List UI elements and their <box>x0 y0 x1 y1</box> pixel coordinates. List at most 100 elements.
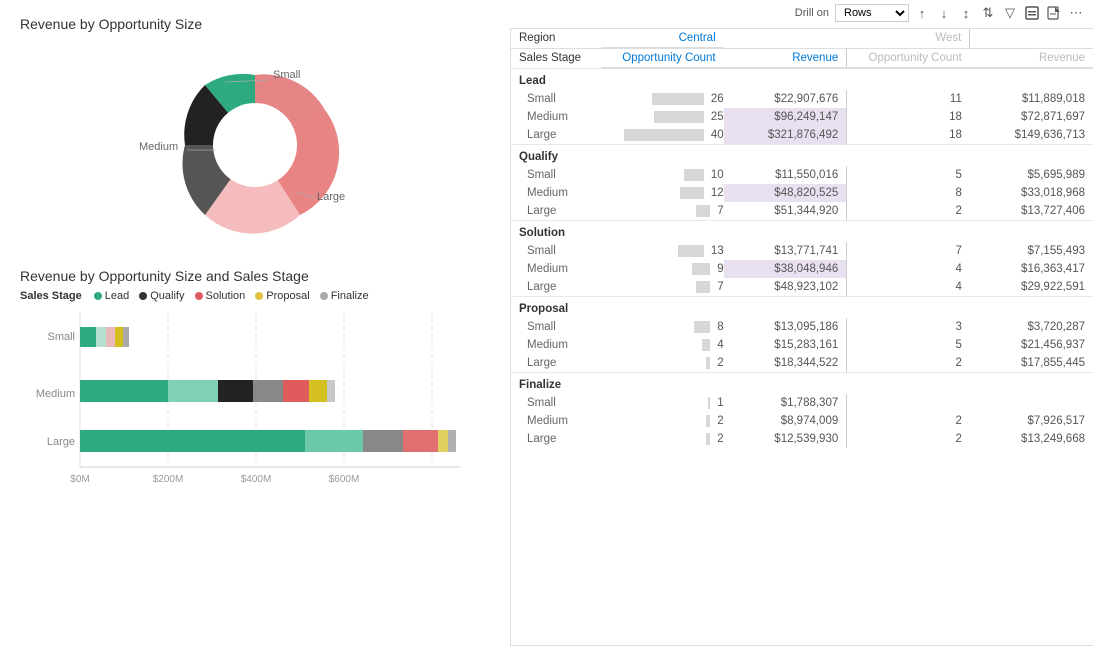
more-icon[interactable]: ⋯ <box>1067 4 1085 22</box>
opp-count-west: 7 <box>847 242 970 260</box>
donut-section: Revenue by Opportunity Size Small <box>20 16 490 250</box>
opp-count: 10 <box>711 169 724 181</box>
drill-up-icon[interactable]: ↑ <box>913 4 931 22</box>
revenue-cell: $22,907,676 <box>724 90 847 108</box>
size-label: Medium <box>511 412 601 430</box>
table-row: Medium 9 $38,048,946 4 $16,363,417 <box>511 260 1093 278</box>
opp-count-west: 2 <box>847 354 970 373</box>
legend-qualify-label: Qualify <box>150 290 184 302</box>
revenue-west: $149,636,713 <box>970 126 1093 145</box>
opp-count-cell: 2 <box>601 412 724 430</box>
table-row: Medium 25 $96,249,147 18 $72,871,697 <box>511 108 1093 126</box>
opp-count-west: 8 <box>847 184 970 202</box>
size-label: Small <box>511 318 601 336</box>
opp-count: 40 <box>711 129 724 141</box>
opp-count-cell: 2 <box>601 354 724 373</box>
opp-bar <box>692 263 710 275</box>
opp-count-west: 2 <box>847 412 970 430</box>
svg-text:$400M: $400M <box>241 474 272 485</box>
opp-count-west: 5 <box>847 166 970 184</box>
table-row: Small 8 $13,095,186 3 $3,720,287 <box>511 318 1093 336</box>
opp-count-cell: 9 <box>601 260 724 278</box>
size-label: Small <box>511 242 601 260</box>
table-row: Large 7 $51,344,920 2 $13,727,406 <box>511 202 1093 221</box>
table-row: Small 10 $11,550,016 5 $5,695,989 <box>511 166 1093 184</box>
opp-count-cell: 26 <box>601 90 724 108</box>
stage-header-row: Proposal <box>511 297 1093 319</box>
opp-count-cell: 4 <box>601 336 724 354</box>
revenue-cell: $11,550,016 <box>724 166 847 184</box>
revenue-cell: $51,344,920 <box>724 202 847 221</box>
revenue-cell: $15,283,161 <box>724 336 847 354</box>
opp-bar <box>708 397 710 409</box>
drill-select[interactable]: Rows Columns <box>835 4 909 22</box>
drill-label: Drill on <box>795 7 829 19</box>
opp-count-cell: 7 <box>601 278 724 297</box>
donut-chart: Small Medium Large <box>125 40 385 250</box>
opp-count-cell: 7 <box>601 202 724 221</box>
opp-bar <box>678 245 704 257</box>
stage-header-row: Finalize <box>511 373 1093 395</box>
legend-item-proposal: Proposal <box>255 290 309 302</box>
opp-count-west: 4 <box>847 260 970 278</box>
drill-toolbar: Drill on Rows Columns ↑ ↓ ↕ ⇅ ▽ ⋯ <box>795 4 1085 22</box>
col2-header: Revenue <box>724 48 847 68</box>
opp-bar <box>702 339 710 351</box>
size-label: Large <box>511 430 601 448</box>
expand-icon[interactable]: ↕ <box>957 4 975 22</box>
revenue-west: $21,456,937 <box>970 336 1093 354</box>
opp-count-cell: 2 <box>601 430 724 448</box>
region-label-cell: Region <box>511 29 601 48</box>
table-row: Large 7 $48,923,102 4 $29,922,591 <box>511 278 1093 297</box>
donut-title: Revenue by Opportunity Size <box>20 16 490 32</box>
legend-item-qualify: Qualify <box>139 290 184 302</box>
table-row: Small 26 $22,907,676 11 $11,889,018 <box>511 90 1093 108</box>
opp-bar <box>696 205 710 217</box>
header-col-row: Sales Stage Opportunity Count Revenue Op… <box>511 48 1093 68</box>
opp-bar <box>706 433 710 445</box>
revenue-west: $7,155,493 <box>970 242 1093 260</box>
legend-finalize-label: Finalize <box>331 290 369 302</box>
medium-label: Medium <box>139 141 178 153</box>
opp-count: 2 <box>717 433 723 445</box>
size-label: Small <box>511 90 601 108</box>
table-row: Medium 4 $15,283,161 5 $21,456,937 <box>511 336 1093 354</box>
stage-header-cell: Solution <box>511 221 1093 243</box>
opp-count: 26 <box>711 93 724 105</box>
revenue-west: $7,926,517 <box>970 412 1093 430</box>
finalize-dot <box>320 292 328 300</box>
stage-header-row: Solution <box>511 221 1093 243</box>
drill-down-icon[interactable]: ↓ <box>935 4 953 22</box>
opp-count-west: 2 <box>847 430 970 448</box>
legend-solution-label: Solution <box>206 290 246 302</box>
revenue-cell: $8,974,009 <box>724 412 847 430</box>
opp-count-cell: 13 <box>601 242 724 260</box>
revenue-cell: $12,539,930 <box>724 430 847 448</box>
opp-count-west: 4 <box>847 278 970 297</box>
opp-count-cell: 10 <box>601 166 724 184</box>
highlight-icon[interactable] <box>1023 4 1041 22</box>
west-label: West <box>847 29 970 48</box>
export-icon[interactable] <box>1045 4 1063 22</box>
table-row: Small 1 $1,788,307 <box>511 394 1093 412</box>
svg-text:Small: Small <box>47 331 75 343</box>
revenue-west: $72,871,697 <box>970 108 1093 126</box>
opp-bar <box>694 321 710 333</box>
opp-bar <box>680 187 704 199</box>
table-row: Small 13 $13,771,741 7 $7,155,493 <box>511 242 1093 260</box>
west-rev-spacer <box>970 29 1093 48</box>
opp-count: 7 <box>717 281 723 293</box>
opp-count: 13 <box>711 245 724 257</box>
stage-header-cell: Qualify <box>511 145 1093 167</box>
opp-bar <box>706 415 710 427</box>
legend-item-finalize: Finalize <box>320 290 369 302</box>
svg-text:Large: Large <box>47 436 75 448</box>
opp-count: 4 <box>717 339 723 351</box>
svg-text:$200M: $200M <box>153 474 184 485</box>
filter-icon[interactable]: ▽ <box>1001 4 1019 22</box>
revenue-west: $13,249,668 <box>970 430 1093 448</box>
bar-chart-title: Revenue by Opportunity Size and Sales St… <box>20 268 490 284</box>
legend-item-solution: Solution <box>195 290 246 302</box>
size-label: Medium <box>511 184 601 202</box>
collapse-icon[interactable]: ⇅ <box>979 4 997 22</box>
